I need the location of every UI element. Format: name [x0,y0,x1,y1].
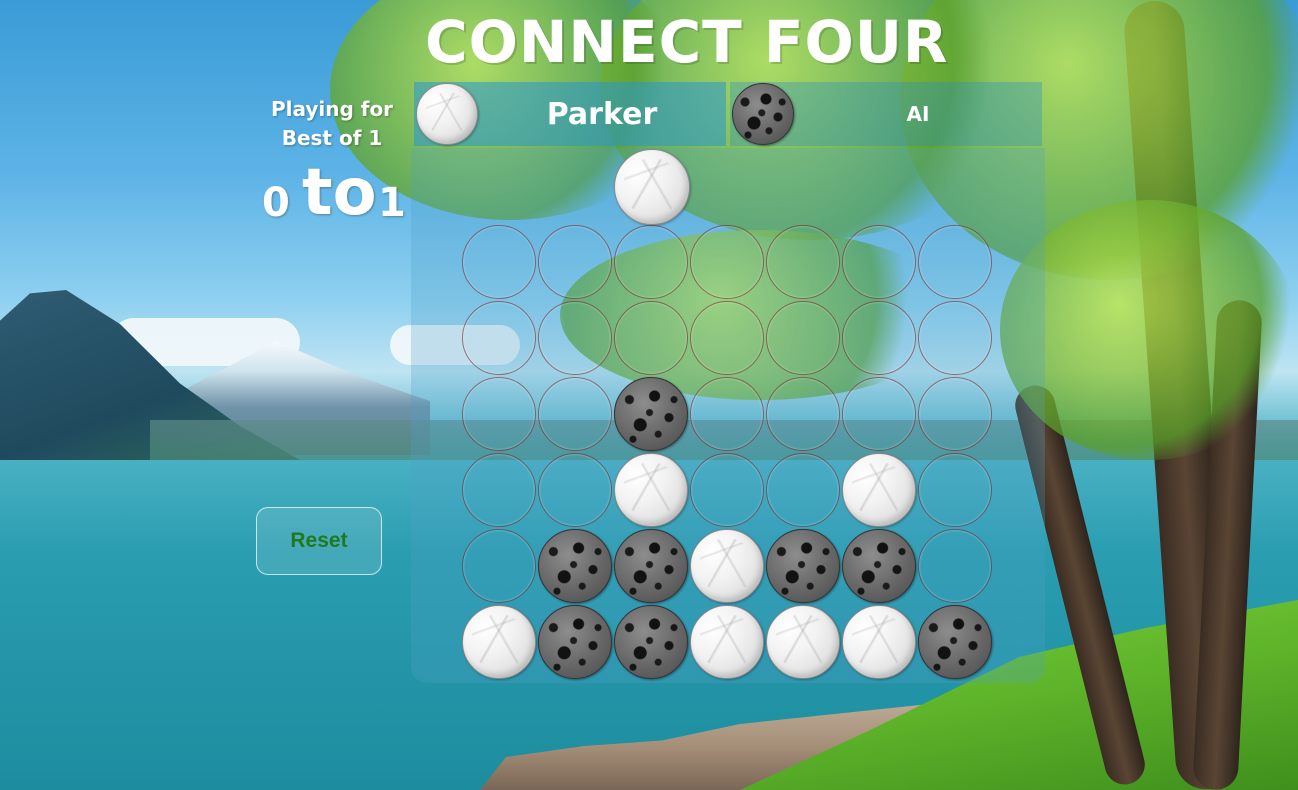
board-slot-r3-c6[interactable] [918,453,992,527]
white-disc [690,529,764,603]
board-slot-r1-c0[interactable] [462,301,536,375]
board-slot-r2-c5[interactable] [842,377,916,451]
board-slot-r3-c1[interactable] [538,453,612,527]
white-disc [462,605,536,679]
board-slot-r4-c0[interactable] [462,529,536,603]
board-slot-r1-c5[interactable] [842,301,916,375]
black-disc [614,529,688,603]
player2-token-icon [732,83,794,145]
board-slot-r0-c1[interactable] [538,225,612,299]
player2-name: AI [906,102,930,126]
board-slot-r0-c0[interactable] [462,225,536,299]
board-slot-r0-c6[interactable] [918,225,992,299]
black-disc [614,605,688,679]
white-disc [842,605,916,679]
board-slot-r1-c4[interactable] [766,301,840,375]
white-disc [614,453,688,527]
player1-score: 0 [262,180,290,226]
best-of-label: Best of 1 [281,126,383,150]
playing-for-label: Playing for [270,97,394,121]
board-slot-r0-c4[interactable] [766,225,840,299]
player-panel-parker: Parker [414,82,726,146]
match-info: Playing for Best of 1 [262,95,402,153]
game-title: CONNECT FOUR [425,8,949,76]
board-slot-r3-c3[interactable] [690,453,764,527]
white-disc [766,605,840,679]
board-slot-r4-c6[interactable] [918,529,992,603]
black-disc [614,377,688,451]
scoreboard: 0 to 1 [258,156,408,230]
hover-piece [614,149,690,225]
black-disc [538,605,612,679]
board-slot-r3-c0[interactable] [462,453,536,527]
black-disc [842,529,916,603]
score-separator: to [302,156,377,230]
board-slot-r1-c3[interactable] [690,301,764,375]
game-board[interactable] [411,148,1045,683]
white-disc [690,605,764,679]
board-slot-r0-c5[interactable] [842,225,916,299]
board-slot-r2-c3[interactable] [690,377,764,451]
board-slot-r0-c3[interactable] [690,225,764,299]
board-slot-r3-c4[interactable] [766,453,840,527]
black-disc [538,529,612,603]
white-disc [842,453,916,527]
black-disc [766,529,840,603]
reset-button[interactable]: Reset [256,507,382,575]
board-slot-r1-c2[interactable] [614,301,688,375]
game-screen: CONNECT FOUR Playing for Best of 1 0 to … [0,0,1298,790]
board-slot-r1-c6[interactable] [918,301,992,375]
board-slot-r2-c6[interactable] [918,377,992,451]
black-disc [918,605,992,679]
player1-name: Parker [546,96,658,132]
board-slot-r2-c4[interactable] [766,377,840,451]
player1-token-icon [416,83,478,145]
board-slot-r2-c0[interactable] [462,377,536,451]
board-slot-r1-c1[interactable] [538,301,612,375]
player2-score: 1 [378,180,406,226]
player-panel-ai: AI [730,82,1042,146]
board-slot-r0-c2[interactable] [614,225,688,299]
board-slot-r2-c1[interactable] [538,377,612,451]
